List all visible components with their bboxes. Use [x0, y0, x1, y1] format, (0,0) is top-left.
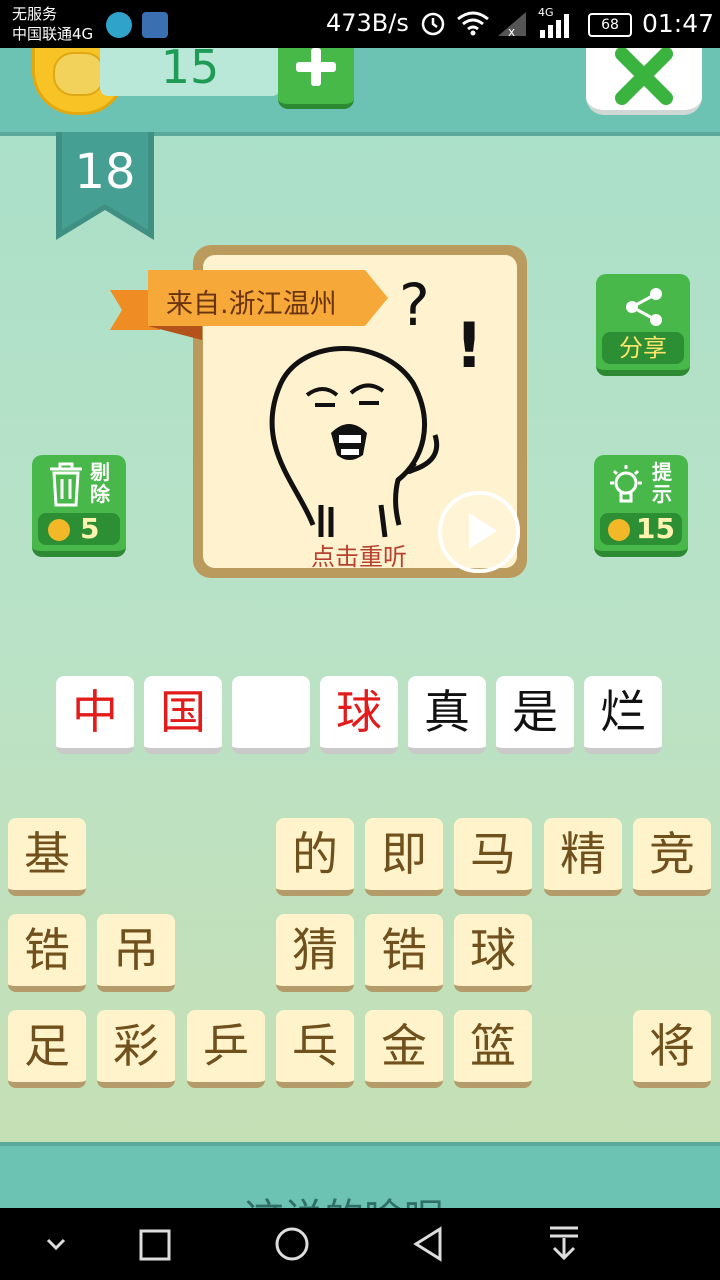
- wifi-icon: [457, 11, 489, 36]
- network-speed: 473B/s: [326, 9, 409, 37]
- recent-apps-icon[interactable]: [138, 1228, 172, 1262]
- candidate-tile[interactable]: 基: [8, 818, 86, 896]
- replay-label[interactable]: 点击重听: [311, 537, 407, 572]
- notification-pulldown-icon[interactable]: [546, 1224, 582, 1262]
- remove-cost-value: 5: [80, 512, 100, 545]
- hint-button[interactable]: 提 示 15: [594, 455, 688, 557]
- level-ribbon: 18: [56, 132, 154, 242]
- answer-slot[interactable]: 是: [496, 676, 574, 754]
- candidate-tile[interactable]: 彩: [97, 1010, 175, 1088]
- coin-count: 15: [100, 44, 280, 96]
- answer-slot[interactable]: 真: [408, 676, 486, 754]
- svg-text:?: ?: [399, 271, 430, 339]
- candidate-tile[interactable]: 的: [276, 818, 354, 896]
- close-button[interactable]: [586, 47, 702, 115]
- candidate-tile[interactable]: 竞: [633, 818, 711, 896]
- hint-cost: 15: [600, 513, 682, 545]
- candidate-tile[interactable]: 吊: [97, 914, 175, 992]
- remove-label-line1: 剔: [90, 460, 110, 484]
- add-coins-button[interactable]: [278, 48, 354, 109]
- candidate-tile[interactable]: 即: [365, 818, 443, 896]
- hint-label-line1: 提: [652, 460, 672, 484]
- signal-no-service-icon: x: [498, 12, 526, 38]
- share-icon: [626, 288, 662, 326]
- candidate-tile[interactable]: 足: [8, 1010, 86, 1088]
- hint-cost-value: 15: [636, 512, 675, 545]
- answer-slot[interactable]: 球: [320, 676, 398, 754]
- remove-cost: 5: [38, 513, 120, 545]
- chevron-down-icon[interactable]: [42, 1234, 70, 1254]
- share-label: 分享: [602, 332, 684, 364]
- question-source: 来自.浙江温州: [166, 289, 337, 320]
- candidate-tile[interactable]: 将: [633, 1010, 711, 1088]
- play-icon: [469, 513, 497, 549]
- trash-icon: [50, 462, 82, 507]
- candidate-tile[interactable]: 乓: [276, 1010, 354, 1088]
- coin-icon: [48, 519, 70, 541]
- candidate-tile[interactable]: 篮: [454, 1010, 532, 1088]
- remove-letters-button[interactable]: 剔 除 5: [32, 455, 126, 557]
- candidate-tile[interactable]: 精: [544, 818, 622, 896]
- candidate-tile[interactable]: 锆: [365, 914, 443, 992]
- level-number: 18: [74, 144, 136, 200]
- alarm-icon: [421, 12, 445, 36]
- system-nav-bar: [0, 1208, 720, 1280]
- candidate-tile[interactable]: 金: [365, 1010, 443, 1088]
- coin-emblem: [53, 52, 105, 96]
- carrier-line1: 无服务: [12, 5, 58, 23]
- candidate-tile[interactable]: 球: [454, 914, 532, 992]
- carrier-line2: 中国联通4G: [12, 25, 94, 43]
- clock: 01:47: [642, 9, 715, 38]
- bottom-strip: 这说的啥呢: [0, 1142, 720, 1212]
- remove-label-line2: 除: [90, 482, 110, 506]
- answer-slot[interactable]: 烂: [584, 676, 662, 754]
- svg-text:!: !: [455, 309, 483, 382]
- lightbulb-icon: [610, 465, 642, 503]
- plus-icon-bar: [311, 48, 321, 86]
- answer-slot-empty[interactable]: [232, 676, 310, 754]
- answer-slot[interactable]: 国: [144, 676, 222, 754]
- svg-text:x: x: [508, 25, 515, 38]
- battery-indicator: 68: [588, 13, 632, 37]
- candidate-tile[interactable]: 锆: [8, 914, 86, 992]
- share-button[interactable]: 分享: [596, 274, 690, 376]
- candidate-tile[interactable]: 马: [454, 818, 532, 896]
- status-bar: 无服务 中国联通4G 473B/s x 4G 68 01:47: [0, 0, 720, 48]
- answer-slot[interactable]: 中: [56, 676, 134, 754]
- coin-icon: [608, 519, 630, 541]
- hint-label-line2: 示: [652, 482, 672, 506]
- stopwatch-app-icon: [106, 12, 132, 38]
- back-icon[interactable]: [410, 1226, 446, 1262]
- app-notification-icon: [142, 12, 168, 38]
- candidate-tile[interactable]: 猜: [276, 914, 354, 992]
- home-icon[interactable]: [274, 1226, 310, 1262]
- carrier-info: 无服务 中国联通4G: [12, 4, 93, 44]
- signal-type-label: 4G: [538, 6, 554, 19]
- candidate-tile[interactable]: 乒: [187, 1010, 265, 1088]
- close-icon: [615, 47, 673, 105]
- replay-audio-button[interactable]: [438, 491, 520, 573]
